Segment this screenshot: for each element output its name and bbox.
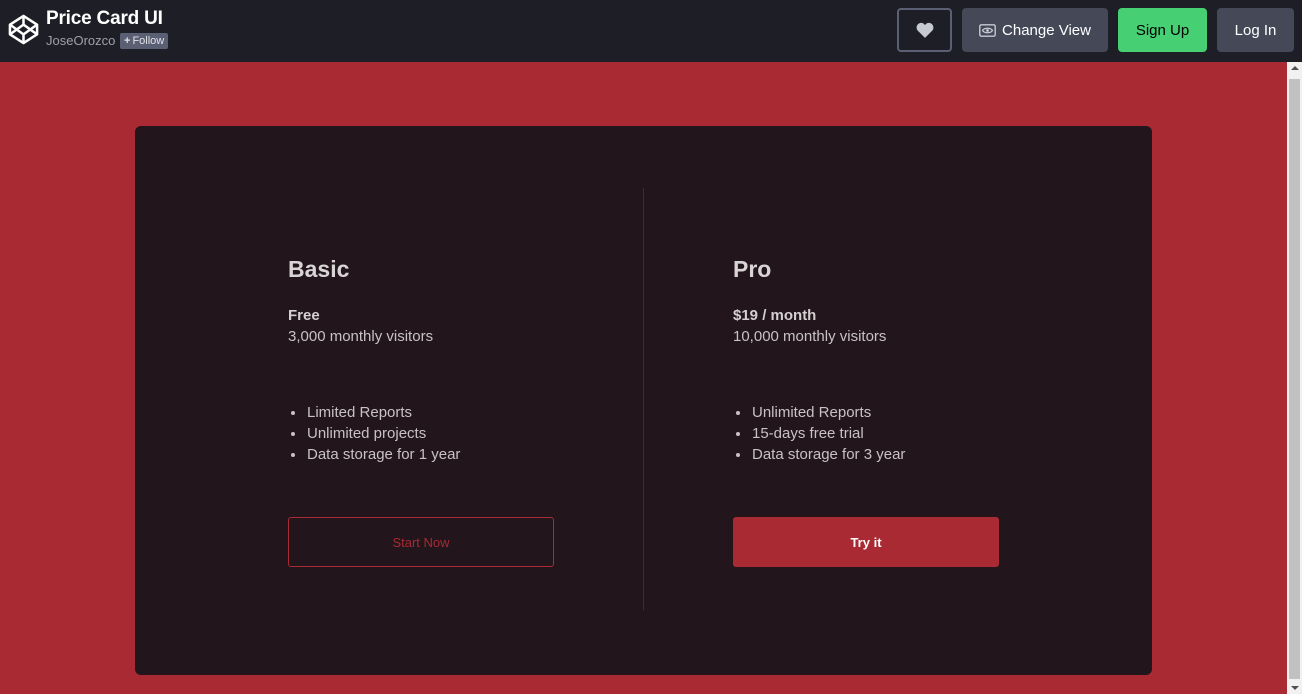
vertical-scrollbar[interactable] xyxy=(1287,62,1302,694)
change-view-label: Change View xyxy=(1002,21,1091,39)
start-now-button[interactable]: Start Now xyxy=(288,517,554,567)
author-name[interactable]: JoseOrozco xyxy=(46,33,115,48)
plan-name: Pro xyxy=(733,256,772,282)
feature-item: Limited Reports xyxy=(306,402,460,423)
plan-name: Basic xyxy=(288,256,350,282)
codepen-logo-icon[interactable] xyxy=(8,14,39,45)
try-it-button[interactable]: Try it xyxy=(733,517,999,567)
price-card: Basic Free 3,000 monthly visitors Limite… xyxy=(135,126,1152,675)
plan-divider xyxy=(643,188,644,610)
plus-icon: + xyxy=(124,35,131,47)
like-button[interactable] xyxy=(897,8,952,52)
plan-price: Free xyxy=(288,307,320,324)
feature-item: Data storage for 3 year xyxy=(751,444,905,465)
feature-list: Limited Reports Unlimited projects Data … xyxy=(306,402,460,465)
feature-item: Unlimited Reports xyxy=(751,402,905,423)
feature-item: 15-days free trial xyxy=(751,423,905,444)
plan-price: $19 / month xyxy=(733,307,817,324)
eye-icon xyxy=(979,23,996,37)
scroll-down-arrow-icon[interactable] xyxy=(1291,686,1299,690)
plan-visitors: 10,000 monthly visitors xyxy=(733,328,887,345)
change-view-button[interactable]: Change View xyxy=(962,8,1108,52)
plan-visitors: 3,000 monthly visitors xyxy=(288,328,434,345)
login-button[interactable]: Log In xyxy=(1217,8,1294,52)
signup-button[interactable]: Sign Up xyxy=(1118,8,1207,52)
scroll-up-arrow-icon[interactable] xyxy=(1291,66,1299,70)
feature-list: Unlimited Reports 15-days free trial Dat… xyxy=(751,402,905,465)
follow-label: Follow xyxy=(132,35,165,47)
feature-item: Unlimited projects xyxy=(306,423,460,444)
feature-item: Data storage for 1 year xyxy=(306,444,460,465)
follow-button[interactable]: + Follow xyxy=(120,33,169,49)
pen-title: Price Card UI xyxy=(46,8,163,29)
top-bar: Price Card UI JoseOrozco + Follow Change … xyxy=(0,0,1302,62)
heart-icon xyxy=(916,22,933,38)
scroll-thumb[interactable] xyxy=(1289,79,1300,679)
